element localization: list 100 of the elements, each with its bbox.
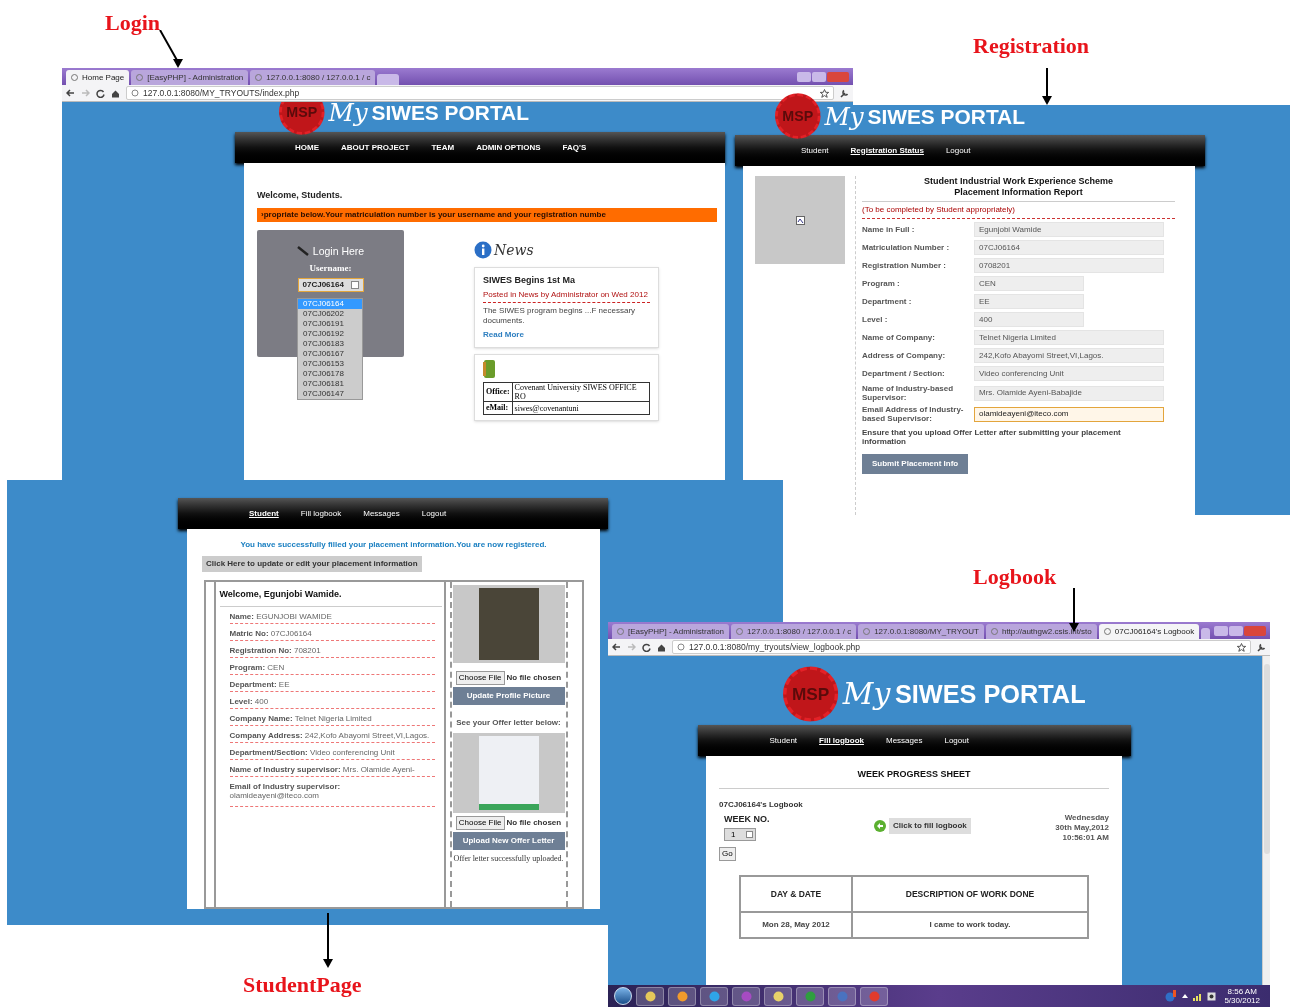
go-button[interactable]: Go [719, 847, 736, 861]
home-icon [657, 642, 666, 652]
fill-logbook-button[interactable]: Click to fill logbook [889, 817, 971, 834]
dropdown-option[interactable]: 07CJ06202 [298, 308, 362, 319]
logo-script: My [328, 102, 368, 128]
table-cell: I came to work today. [852, 912, 1088, 938]
logbook-owner: 07CJ06164's Logbook [719, 798, 804, 811]
table-cell: Office: [483, 382, 513, 402]
field-label: Name of Company: [862, 333, 936, 342]
taskbar-button[interactable] [764, 986, 792, 1006]
read-more-link[interactable]: Read More [483, 329, 650, 341]
upload-status: Offer letter successfully uploaded. [453, 854, 564, 863]
browser-tab[interactable]: 127.0.0.1:8080 / 127.0.0.1 / c [731, 624, 857, 639]
browser-tab[interactable]: 127.0.0.1:8080 / 127.0.0.1 / c [250, 70, 376, 85]
nav-link[interactable]: ABOUT PROJECT [341, 141, 410, 154]
logo-title: SIWES PORTAL [895, 678, 1087, 711]
nav-link[interactable]: Logout [944, 734, 969, 747]
browser-tab[interactable]: [EasyPHP] - Administration [131, 70, 249, 85]
text-field[interactable]: EE [974, 294, 1084, 309]
text-field[interactable]: 400 [974, 312, 1084, 327]
field-label: Name in Full : [862, 225, 916, 234]
nav-link[interactable]: Student [769, 734, 798, 747]
nav-link[interactable]: Student [801, 144, 829, 157]
taskbar-button[interactable] [796, 986, 824, 1006]
dropdown-option[interactable]: 07CJ06181 [298, 378, 362, 389]
nav-link[interactable]: FAQ'S [562, 141, 587, 154]
start-button[interactable] [614, 987, 632, 1005]
detail-row: Company Name: Telnet Nigeria Limited [229, 713, 435, 726]
upload-button[interactable]: Upload New Offer Letter [452, 832, 565, 850]
taskbar-button[interactable] [636, 986, 664, 1006]
field-label: Level : [862, 315, 889, 324]
detail-row: Name of Industry supervisor: Mrs. Olamide Ayeni- [229, 764, 435, 777]
taskbar-button[interactable] [700, 986, 728, 1006]
notebook-icon [483, 360, 495, 378]
detail-row: Matric No: 07CJ06164 [229, 628, 435, 641]
wrench-icon [1257, 642, 1266, 652]
week-dropdown[interactable]: 1 [724, 828, 756, 841]
browser-tab[interactable]: http://authgw2.csis.int/sto [985, 624, 1097, 639]
taskbar-button[interactable] [668, 986, 696, 1006]
nav-link[interactable]: Logout [945, 144, 971, 157]
form-note: (To be completed by Student appropriately) [862, 204, 1175, 219]
taskbar-button[interactable] [732, 986, 760, 1006]
detail-row: Level: 400 [229, 696, 435, 709]
back-arrow-icon [874, 819, 886, 832]
globe-icon [131, 89, 139, 97]
choose-file-button[interactable]: Choose File [455, 671, 505, 685]
table-cell: Covenant University SIWES OFFICE RO [512, 382, 650, 402]
logo-title: SIWES PORTAL [867, 103, 1025, 130]
text-field[interactable]: CEN [974, 276, 1084, 291]
text-field[interactable]: Video conferencing Unit [974, 366, 1164, 381]
nav-link[interactable]: Fill logbook [819, 734, 864, 747]
text-field[interactable]: 242,Kofo Abayomi Street,VI,Lagos. [974, 348, 1164, 363]
date-text: Wednesday [1064, 812, 1109, 823]
figure-caption: Login [105, 9, 161, 37]
new-tab-button[interactable] [377, 74, 400, 85]
dropdown-option[interactable]: 07CJ06183 [298, 338, 362, 349]
nav-link[interactable]: Messages [363, 507, 400, 520]
text-field[interactable]: Egunjobi Wamide [974, 222, 1164, 237]
forward-arrow-icon [627, 643, 636, 651]
dropdown-option[interactable]: 07CJ06153 [298, 358, 362, 369]
dropdown-option[interactable]: 07CJ06191 [298, 318, 362, 329]
nav-link[interactable]: Registration Status [850, 144, 924, 157]
dropdown-option[interactable]: 07CJ06167 [298, 348, 362, 359]
browser-tab[interactable]: 07CJ06164's Logbook [1098, 624, 1200, 639]
edit-button[interactable]: Click Here to update or edit your placement information [202, 556, 422, 572]
signal-icon [1193, 991, 1204, 1001]
dropdown-option[interactable]: 07CJ06147 [298, 388, 362, 399]
nav-link[interactable]: TEAM [431, 141, 455, 154]
scrollbar[interactable] [1262, 656, 1270, 985]
detail-row: Registration No: 708201 [229, 645, 435, 658]
submit-button[interactable]: Submit Placement Info [862, 454, 969, 474]
nav-link[interactable]: Logout [421, 507, 447, 520]
form-note: Ensure that you upload Offer Letter after submitting your placement information [862, 428, 1122, 446]
browser-tab[interactable]: Home Page [66, 70, 130, 85]
browser-tab[interactable]: 127.0.0.1:8080/MY_TRYOUT [858, 624, 984, 639]
nav-link[interactable]: HOME [295, 141, 319, 154]
wrench-icon [840, 88, 849, 98]
nav-link[interactable]: ADMIN OPTIONS [476, 141, 541, 154]
nav-link[interactable]: Fill logbook [300, 507, 342, 520]
text-field[interactable]: 0708201 [974, 258, 1164, 273]
file-status: No file chosen [506, 672, 562, 684]
text-field[interactable]: Mrs. Olamide Ayeni-Babajide [974, 385, 1164, 401]
pointer-arrow [1042, 68, 1052, 106]
username-dropdown[interactable]: 07CJ06164 [297, 277, 364, 292]
browser-tab[interactable]: [EasyPHP] - Administration [612, 624, 730, 639]
back-arrow-icon [66, 89, 75, 97]
dropdown-option[interactable]: 07CJ06178 [298, 368, 362, 379]
nav-link[interactable]: Messages [885, 734, 923, 747]
nav-link[interactable]: Student [249, 507, 279, 520]
upload-button[interactable]: Update Profile Picture [452, 687, 565, 705]
field-label: Username: [309, 262, 352, 276]
text-field[interactable]: olamideayeni@iteco.com [974, 406, 1164, 422]
news-text: The SIWES program begins ...F necessary documents. [483, 306, 637, 326]
choose-file-button[interactable]: Choose File [455, 816, 505, 830]
dropdown-option[interactable]: 07CJ06192 [298, 328, 362, 339]
logo-title: SIWES PORTAL [371, 102, 529, 126]
form-title: Student Industrial Work Experience Scheme [924, 176, 1113, 187]
text-field[interactable]: 07CJ06164 [974, 240, 1164, 255]
text-field[interactable]: Telnet Nigeria Limited [974, 330, 1164, 345]
reload-icon [642, 642, 651, 652]
